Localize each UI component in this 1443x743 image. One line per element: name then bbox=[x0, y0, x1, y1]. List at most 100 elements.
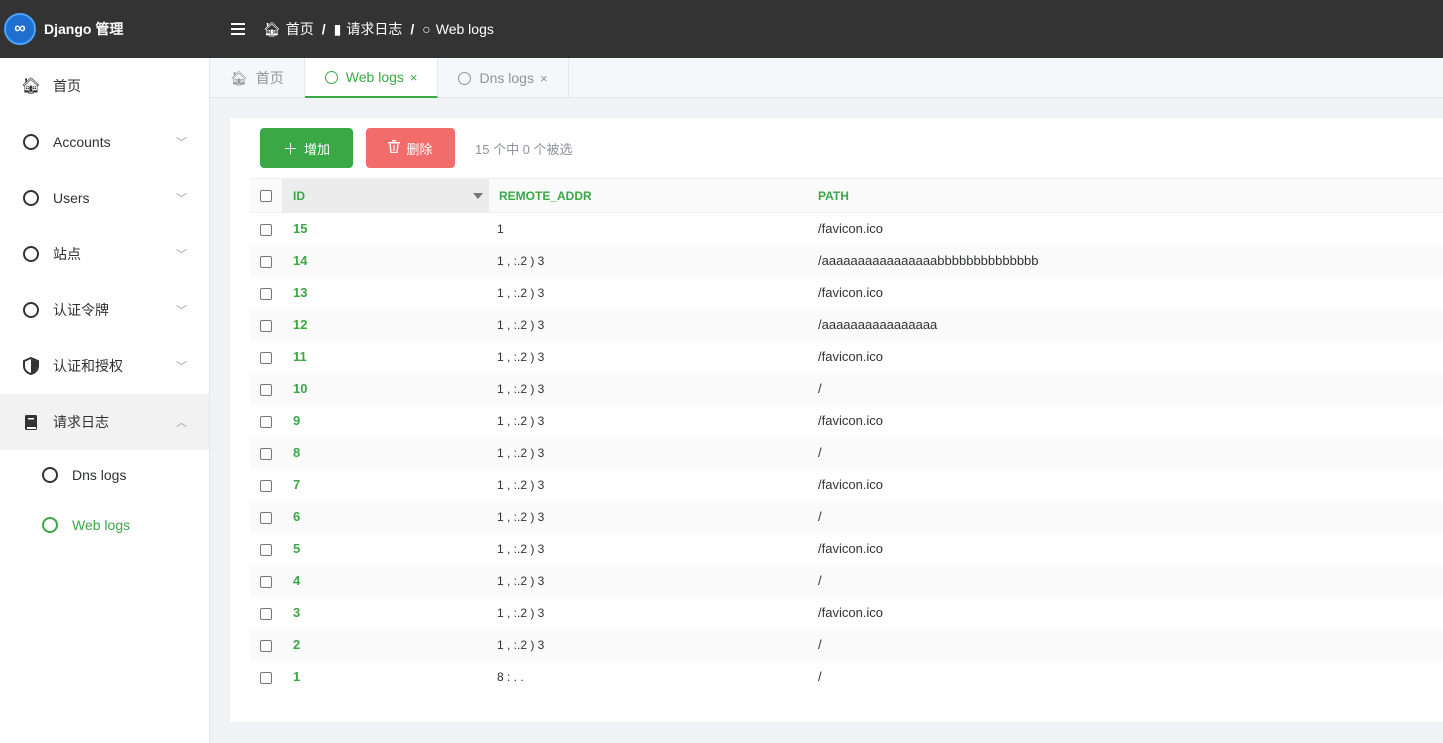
chevron-down-icon: ﹀ bbox=[176, 193, 187, 205]
cell-id[interactable]: 7 bbox=[282, 469, 489, 501]
breadcrumb-home[interactable]: 🏠︎ 首页 bbox=[263, 19, 314, 39]
cell-id[interactable]: 15 bbox=[282, 213, 489, 245]
row-checkbox[interactable] bbox=[260, 255, 272, 268]
sidebar-item-auth-tokens[interactable]: 认证令牌 ﹀ bbox=[0, 282, 209, 338]
select-all-checkbox[interactable] bbox=[260, 190, 272, 203]
row-checkbox[interactable] bbox=[260, 607, 272, 620]
sidebar-item-label: Dns logs bbox=[72, 467, 127, 483]
menu-toggle-icon[interactable] bbox=[231, 23, 245, 35]
row-checkbox[interactable] bbox=[260, 447, 272, 460]
trash-icon bbox=[388, 139, 401, 157]
sidebar-item-web-logs[interactable]: Web logs bbox=[0, 500, 209, 550]
breadcrumb-label: 请求日志 bbox=[346, 21, 403, 37]
changelist-card: ＋ 增加 删除 15 个中 0 个被选 ID REMOTE_ADDR PATH … bbox=[230, 118, 1443, 722]
cell-path: / bbox=[818, 637, 822, 652]
circle-icon bbox=[42, 467, 58, 483]
circle-icon bbox=[21, 134, 41, 150]
toolbar: ＋ 增加 删除 15 个中 0 个被选 bbox=[260, 128, 573, 168]
circle-icon bbox=[42, 517, 58, 533]
cell-id[interactable]: 13 bbox=[282, 277, 489, 309]
tab-web-logs[interactable]: Web logs × bbox=[304, 58, 439, 98]
sidebar-item-request-logs[interactable]: 请求日志 ︿ bbox=[0, 394, 209, 450]
sidebar-item-home[interactable]: 🏠︎ 首页 bbox=[0, 58, 209, 114]
tab-bar: 🏠︎ 首页 Web logs × Dns logs × bbox=[210, 58, 1443, 98]
sidebar-item-label: 认证令牌 bbox=[53, 302, 109, 318]
delete-button-label: 删除 bbox=[406, 141, 433, 157]
column-header-id[interactable]: ID bbox=[282, 178, 489, 213]
row-checkbox[interactable] bbox=[260, 351, 272, 364]
row-checkbox[interactable] bbox=[260, 511, 272, 524]
cell-id[interactable]: 5 bbox=[282, 533, 489, 565]
close-icon[interactable]: × bbox=[410, 70, 418, 85]
cell-id[interactable]: 8 bbox=[282, 437, 489, 469]
circle-icon bbox=[21, 302, 41, 318]
table-row: 12 1 , :.2 ) 3/aaaaaaaaaaaaaaaa bbox=[250, 308, 1443, 341]
sidebar-item-dns-logs[interactable]: Dns logs bbox=[0, 450, 209, 500]
cell-remote-addr: 1 , :.2 ) 3 bbox=[497, 381, 545, 396]
top-bar: ∞ Django 管理 🏠︎ 首页 / ▮ 请求日志 / ○ Web logs bbox=[0, 0, 1443, 58]
row-checkbox[interactable] bbox=[260, 319, 272, 332]
cell-path: /favicon.ico bbox=[818, 413, 884, 428]
table-row: 1 8 : . . / bbox=[250, 661, 1443, 693]
row-checkbox[interactable] bbox=[260, 479, 272, 492]
cell-id[interactable]: 11 bbox=[282, 341, 489, 373]
cell-id[interactable]: 9 bbox=[282, 405, 489, 437]
cell-id[interactable]: 10 bbox=[282, 373, 489, 405]
sort-desc-icon[interactable] bbox=[473, 193, 483, 199]
row-checkbox[interactable] bbox=[260, 223, 272, 236]
home-icon: 🏠︎ bbox=[263, 20, 281, 37]
row-select-cell bbox=[250, 629, 282, 661]
cell-remote-addr: 1 , :.2 ) 3 bbox=[497, 509, 545, 524]
row-checkbox[interactable] bbox=[260, 383, 272, 396]
row-checkbox[interactable] bbox=[260, 639, 272, 652]
circle-icon bbox=[458, 71, 472, 85]
cell-remote-addr: 8 : . . bbox=[497, 669, 524, 684]
add-button[interactable]: ＋ 增加 bbox=[260, 128, 353, 168]
breadcrumb-separator: / bbox=[321, 21, 326, 37]
sidebar-item-label: Web logs bbox=[72, 517, 131, 533]
django-logo-icon: ∞ bbox=[4, 13, 36, 45]
sidebar-item-accounts[interactable]: Accounts ﹀ bbox=[0, 114, 209, 170]
cell-path: /favicon.ico bbox=[818, 221, 884, 237]
sidebar-item-users[interactable]: Users ﹀ bbox=[0, 170, 209, 226]
cell-id[interactable]: 6 bbox=[282, 501, 489, 533]
table-row: 7 1 , :.2 ) 3/favicon.ico bbox=[250, 469, 1443, 501]
row-select-cell bbox=[250, 341, 282, 373]
breadcrumb-request-logs[interactable]: ▮ 请求日志 bbox=[334, 19, 403, 39]
cell-id[interactable]: 3 bbox=[282, 597, 489, 629]
table-row: 14 1 , :.2 ) 3/aaaaaaaaaaaaaaaabbbbbbbbbb… bbox=[250, 244, 1443, 277]
row-checkbox[interactable] bbox=[260, 671, 272, 684]
table-row: 15 1/favicon.ico bbox=[250, 213, 1443, 245]
tab-label: Dns logs bbox=[479, 70, 534, 86]
book-icon: ▮ bbox=[333, 20, 342, 37]
brand[interactable]: ∞ Django 管理 bbox=[0, 0, 210, 58]
chevron-down-icon: ﹀ bbox=[176, 249, 187, 261]
cell-id[interactable]: 1 bbox=[282, 661, 489, 693]
cell-remote-addr: 1 , :.2 ) 3 bbox=[497, 605, 545, 620]
delete-button[interactable]: 删除 bbox=[366, 128, 455, 168]
cell-remote-addr: 1 , :.2 ) 3 bbox=[497, 349, 545, 364]
sidebar-item-auth-permissions[interactable]: 认证和授权 ﹀ bbox=[0, 338, 209, 394]
cell-id[interactable]: 4 bbox=[282, 565, 489, 597]
table-row: 10 1 , :.2 ) 3 / bbox=[250, 372, 1443, 405]
sidebar-item-label: 首页 bbox=[53, 78, 81, 94]
column-header-path[interactable]: PATH bbox=[810, 179, 1443, 213]
cell-id[interactable]: 14 bbox=[282, 245, 489, 277]
row-checkbox[interactable] bbox=[260, 575, 272, 588]
row-checkbox[interactable] bbox=[260, 287, 272, 300]
row-select-cell bbox=[250, 565, 282, 597]
cell-id[interactable]: 2 bbox=[282, 629, 489, 661]
tab-home[interactable]: 🏠︎ 首页 bbox=[210, 58, 305, 98]
row-select-cell bbox=[250, 245, 282, 277]
row-checkbox[interactable] bbox=[260, 415, 272, 428]
row-checkbox[interactable] bbox=[260, 543, 272, 556]
cell-path: /favicon.ico bbox=[818, 541, 884, 556]
cell-id[interactable]: 12 bbox=[282, 309, 489, 341]
column-header-remote-addr[interactable]: REMOTE_ADDR bbox=[489, 179, 810, 213]
circle-icon bbox=[324, 70, 338, 84]
tab-dns-logs[interactable]: Dns logs × bbox=[438, 58, 569, 98]
cell-path: / bbox=[818, 509, 822, 524]
cell-path: / bbox=[818, 573, 822, 588]
close-icon[interactable]: × bbox=[540, 71, 548, 86]
sidebar-item-sites[interactable]: 站点 ﹀ bbox=[0, 226, 209, 282]
